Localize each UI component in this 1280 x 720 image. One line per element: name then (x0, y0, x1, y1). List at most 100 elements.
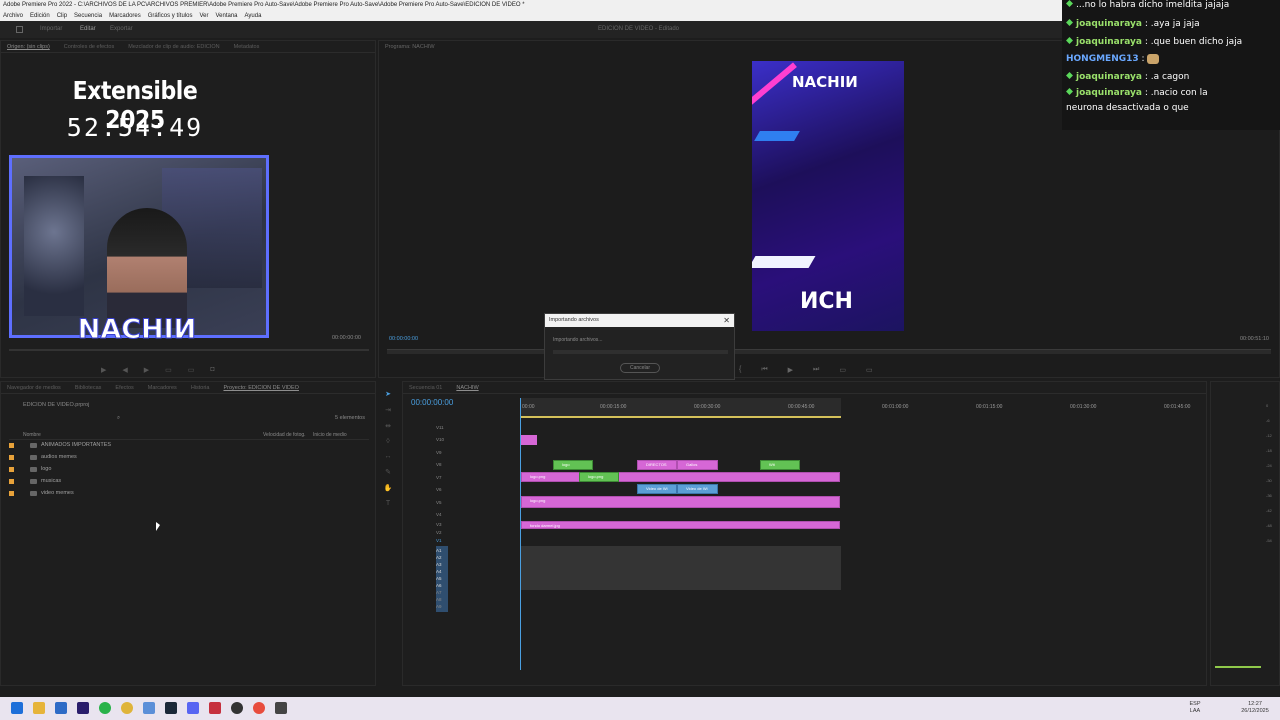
track-select-icon[interactable]: ⇥ (385, 406, 391, 414)
track-label: V8 (436, 462, 442, 467)
home-icon[interactable] (16, 26, 23, 33)
chat-message: joaquinaraya : .aya ja jaja (1066, 16, 1276, 34)
program-scrub-bar[interactable] (387, 349, 1271, 354)
menu-archivo[interactable]: Archivo (3, 11, 23, 21)
pen-icon[interactable]: ✎ (385, 468, 391, 476)
playhead[interactable] (520, 398, 521, 670)
source-scrub-bar[interactable] (9, 349, 369, 351)
clip-gallos[interactable]: Gallos (677, 460, 718, 470)
program-transport: { ⏮ ▶ ⏭ ▭ ▭ (739, 366, 979, 374)
file-explorer-icon[interactable] (33, 702, 45, 714)
tab-bibliotecas[interactable]: Bibliotecas (75, 382, 102, 393)
close-icon[interactable]: ✕ (723, 314, 730, 327)
windows-start-icon[interactable] (11, 702, 23, 714)
chrome-icon[interactable] (121, 702, 133, 714)
ruler-label: 00:01:15:00 (976, 404, 1003, 410)
list-item[interactable]: audios memes (9, 451, 77, 463)
tab-historia[interactable]: Historia (191, 382, 210, 393)
list-item[interactable]: ANIMADOS IMPORTANTES (9, 439, 111, 451)
preview-top-text: NACHIИ (792, 73, 858, 91)
discord-icon[interactable] (187, 702, 199, 714)
tab-navegador[interactable]: Navegador de medios (7, 382, 61, 393)
clip-logo-png-3[interactable]: logo.png (521, 496, 840, 508)
col-nombre[interactable]: Nombre (23, 432, 41, 438)
tab-efectos[interactable]: Controles de efectos (64, 41, 114, 52)
menu-marcadores[interactable]: Marcadores (109, 11, 141, 21)
menu-clip[interactable]: Clip (57, 11, 67, 21)
steam-icon[interactable] (165, 702, 177, 714)
program-tab[interactable]: Programa: NACHIW (385, 44, 435, 50)
chat-user: HONGMENG13 (1066, 54, 1139, 64)
clip-fondo[interactable]: fondo darmel.jpg (521, 521, 840, 529)
menu-edicion[interactable]: Edición (30, 11, 50, 21)
app-icon-4[interactable] (253, 702, 265, 714)
menu-ver[interactable]: Ver (199, 11, 208, 21)
play-icon[interactable]: ▶ (101, 366, 106, 374)
label-swatch (9, 466, 14, 472)
clip-wit[interactable]: Wit (760, 460, 800, 470)
clip-directos[interactable]: DIRECTOS (637, 460, 677, 470)
prev-icon[interactable]: ⏮ (761, 366, 767, 374)
premiere-icon[interactable] (77, 702, 89, 714)
mark-in-icon[interactable]: { (739, 366, 741, 374)
selection-tool-icon[interactable]: ➤ (385, 390, 391, 398)
program-play-icon[interactable]: ▶ (788, 366, 793, 374)
insert-icon[interactable]: ▭ (165, 366, 172, 374)
slip-icon[interactable]: ↔ (385, 453, 392, 460)
tab-secuencia01[interactable]: Secuencia 01 (409, 382, 442, 393)
hand-icon[interactable]: ✋ (384, 484, 393, 492)
ruler-label: 00:00:45:00 (788, 404, 815, 410)
menu-graficos[interactable]: Gráficos y títulos (148, 11, 193, 21)
cancel-button[interactable]: Cancelar (620, 363, 660, 373)
razor-icon[interactable]: ◊ (386, 438, 389, 445)
tab-marcadores[interactable]: Marcadores (148, 382, 177, 393)
preview-stripe-1 (752, 62, 797, 106)
menu-ayuda[interactable]: Ayuda (245, 11, 262, 21)
app-icon-1[interactable] (143, 702, 155, 714)
clip-logo-png-2[interactable]: logo.png (579, 472, 619, 482)
list-item[interactable]: video memes (9, 487, 74, 499)
tab-mezclador[interactable]: Mezclador de clip de audio: EDICION (128, 41, 219, 52)
next-icon[interactable]: ⏭ (813, 366, 819, 374)
type-icon[interactable]: T (386, 500, 390, 507)
project-file: EDICION DE VIDEO.prproj (23, 402, 90, 408)
track-label: A2 (436, 555, 442, 560)
app-icon-2[interactable] (209, 702, 221, 714)
camera-icon[interactable]: ◘ (210, 366, 214, 374)
tray-clock[interactable]: 12:27 26/12/2025 (1235, 701, 1275, 715)
menu-secuencia[interactable]: Secuencia (74, 11, 102, 21)
tab-efectos-lib[interactable]: Efectos (115, 382, 133, 393)
step-back-icon[interactable]: ◀ (122, 366, 127, 374)
spotify-icon[interactable] (99, 702, 111, 714)
clip-logo[interactable]: logo (553, 460, 593, 470)
tab-metadatos[interactable]: Metadatos (234, 41, 260, 52)
audio-area (521, 546, 841, 590)
menu-ventana[interactable]: Ventana (215, 11, 237, 21)
workspace-exportar[interactable]: Exportar (110, 21, 133, 38)
extract-icon[interactable]: ▭ (866, 366, 873, 374)
workspace-importar[interactable]: Importar (40, 21, 62, 38)
clip-logo-png[interactable]: logo.png (521, 472, 840, 482)
list-item[interactable]: logo (9, 463, 51, 475)
ripple-edit-icon[interactable]: ⇹ (385, 422, 391, 430)
store-icon[interactable] (55, 702, 67, 714)
app-icon-5[interactable] (275, 702, 287, 714)
lift-icon[interactable]: ▭ (839, 366, 846, 374)
audio-meters: 0 -6 -12 -18 -24 -30 -36 -42 -48 -54 (1210, 381, 1280, 686)
item-name: ANIMADOS IMPORTANTES (41, 442, 112, 448)
tray-language[interactable]: ESP LAA (1188, 701, 1202, 715)
project-search-icon[interactable]: ⌕ (117, 415, 120, 422)
overwrite-icon[interactable]: ▭ (188, 366, 195, 374)
clip-video-wi-1[interactable]: Video de Wi (637, 484, 677, 494)
tab-origen[interactable]: Origen: (sin clips) (7, 41, 50, 52)
step-forward-icon[interactable]: ▶ (144, 366, 149, 374)
workspace-editar[interactable]: Editar (80, 21, 96, 38)
app-icon-3[interactable] (231, 702, 243, 714)
clip-v10[interactable] (521, 435, 537, 445)
tab-nachiw[interactable]: NACHIW (456, 382, 478, 393)
col-inicio[interactable]: Inicio de medio (313, 432, 347, 438)
col-velocidad[interactable]: Velocidad de fotog. (263, 432, 306, 438)
list-item[interactable]: musicas (9, 475, 61, 487)
tab-proyecto[interactable]: Proyecto: EDICION DE VIDEO (223, 382, 299, 393)
clip-video-wi-2[interactable]: Video de Wi (677, 484, 718, 494)
